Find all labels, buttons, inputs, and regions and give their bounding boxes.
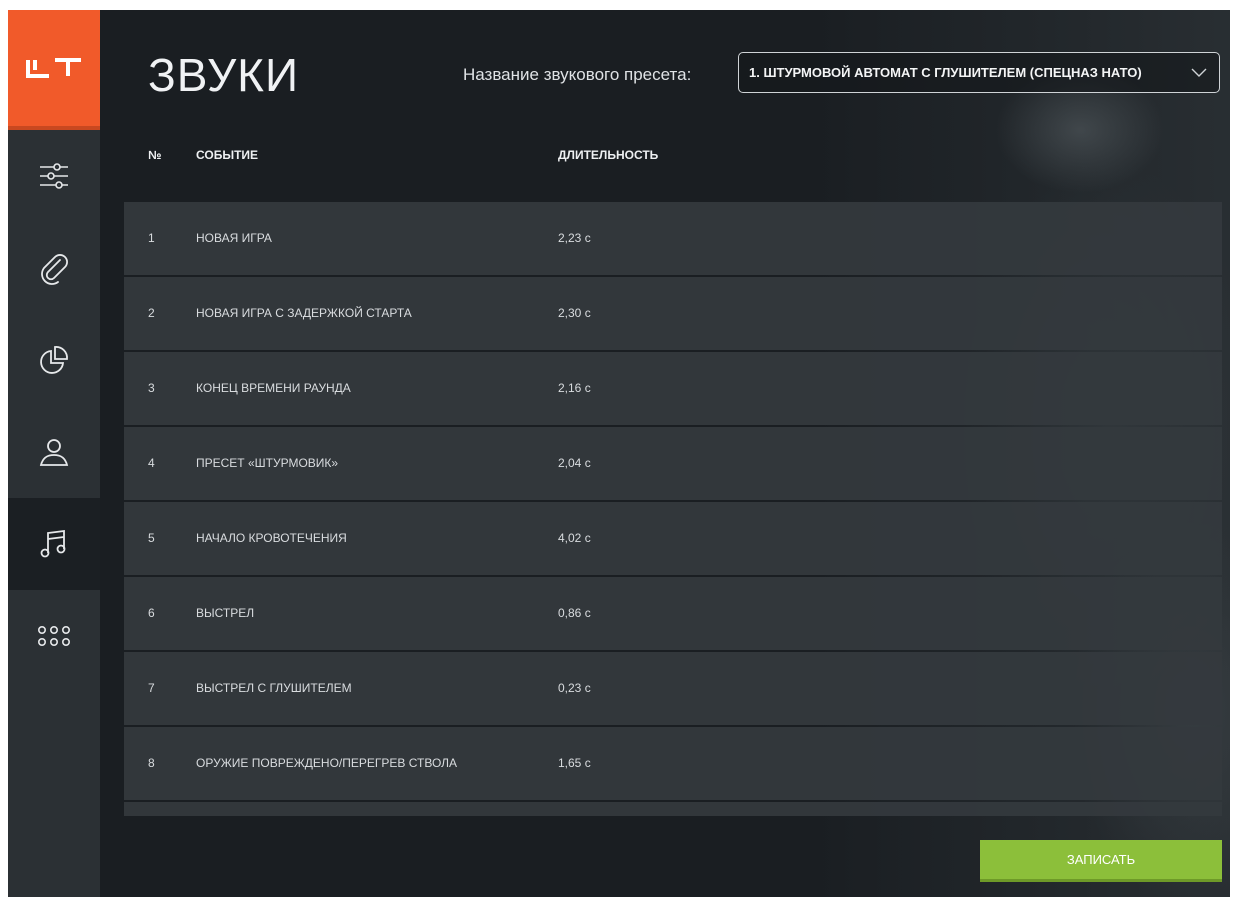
- row-event: НОВАЯ ИГРА: [196, 231, 272, 245]
- row-event: ВЫСТРЕЛ С ГЛУШИТЕЛЕМ: [196, 681, 352, 695]
- row-num: 7: [148, 681, 155, 695]
- table-row-partial[interactable]: [124, 802, 1222, 816]
- logo-icon: [26, 58, 81, 78]
- logo[interactable]: [8, 10, 100, 130]
- row-duration: 0,23 с: [558, 681, 591, 695]
- preset-dropdown-value: 1. ШТУРМОВОЙ АВТОМАТ С ГЛУШИТЕЛЕМ (СПЕЦН…: [749, 65, 1142, 80]
- table-header: № СОБЫТИЕ ДЛИТЕЛЬНОСТЬ: [124, 138, 1222, 178]
- row-num: 5: [148, 531, 155, 545]
- table-row[interactable]: 2 НОВАЯ ИГРА С ЗАДЕРЖКОЙ СТАРТА 2,30 с: [124, 277, 1222, 350]
- row-event: ОРУЖИЕ ПОВРЕЖДЕНО/ПЕРЕГРЕВ СТВОЛА: [196, 756, 458, 770]
- row-duration: 0,86 с: [558, 606, 591, 620]
- preset-dropdown[interactable]: 1. ШТУРМОВОЙ АВТОМАТ С ГЛУШИТЕЛЕМ (СПЕЦН…: [738, 52, 1220, 93]
- table-row[interactable]: 3 КОНЕЦ ВРЕМЕНИ РАУНДА 2,16 с: [124, 352, 1222, 425]
- table-body: 1 НОВАЯ ИГРА 2,23 с 2 НОВАЯ ИГРА С ЗАДЕР…: [124, 202, 1222, 817]
- sidebar-item-attachments[interactable]: [8, 222, 100, 314]
- row-duration: 4,02 с: [558, 531, 591, 545]
- row-event: ВЫСТРЕЛ: [196, 606, 255, 620]
- table-row[interactable]: 5 НАЧАЛО КРОВОТЕЧЕНИЯ 4,02 с: [124, 502, 1222, 575]
- row-num: 1: [148, 231, 155, 245]
- row-num: 8: [148, 756, 155, 770]
- sidebar-item-profile[interactable]: [8, 406, 100, 498]
- column-header-event: СОБЫТИЕ: [196, 148, 259, 162]
- pie-chart-icon: [40, 346, 68, 374]
- row-duration: 1,65 с: [558, 756, 591, 770]
- table-row[interactable]: 1 НОВАЯ ИГРА 2,23 с: [124, 202, 1222, 275]
- user-icon: [39, 439, 69, 466]
- sidebar: [8, 10, 100, 897]
- sidebar-item-sounds[interactable]: [8, 498, 100, 590]
- row-event: НАЧАЛО КРОВОТЕЧЕНИЯ: [196, 531, 347, 545]
- column-header-num: №: [148, 148, 162, 162]
- row-event: КОНЕЦ ВРЕМЕНИ РАУНДА: [196, 381, 351, 395]
- save-button[interactable]: ЗАПИСАТЬ: [980, 840, 1222, 882]
- sidebar-item-statistics[interactable]: [8, 314, 100, 406]
- row-duration: 2,16 с: [558, 381, 591, 395]
- row-duration: 2,04 с: [558, 456, 591, 470]
- sidebar-item-more[interactable]: [8, 590, 100, 682]
- table-row[interactable]: 8 ОРУЖИЕ ПОВРЕЖДЕНО/ПЕРЕГРЕВ СТВОЛА 1,65…: [124, 727, 1222, 800]
- row-duration: 2,30 с: [558, 306, 591, 320]
- music-note-icon: [40, 529, 66, 558]
- paperclip-icon: [41, 254, 68, 285]
- row-num: 6: [148, 606, 155, 620]
- table-row[interactable]: 6 ВЫСТРЕЛ 0,86 с: [124, 577, 1222, 650]
- row-event: НОВАЯ ИГРА С ЗАДЕРЖКОЙ СТАРТА: [196, 306, 412, 320]
- row-duration: 2,23 с: [558, 231, 591, 245]
- sliders-icon: [40, 163, 68, 189]
- chevron-down-icon: [1179, 68, 1219, 78]
- table-row[interactable]: 4 ПРЕСЕТ «ШТУРМОВИК» 2,04 с: [124, 427, 1222, 500]
- row-event: ПРЕСЕТ «ШТУРМОВИК»: [196, 456, 339, 470]
- row-num: 4: [148, 456, 155, 470]
- dots-grid-icon: [37, 625, 70, 647]
- table-row[interactable]: 7 ВЫСТРЕЛ С ГЛУШИТЕЛЕМ 0,23 с: [124, 652, 1222, 725]
- preset-label: Название звукового пресета:: [463, 65, 692, 84]
- sidebar-item-settings[interactable]: [8, 130, 100, 222]
- row-num: 3: [148, 381, 155, 395]
- page-title: ЗВУКИ: [148, 49, 300, 101]
- column-header-duration: ДЛИТЕЛЬНОСТЬ: [558, 148, 659, 162]
- app-window: ЗВУКИ Название звукового пресета: 1. ШТУ…: [8, 10, 1230, 897]
- row-num: 2: [148, 306, 155, 320]
